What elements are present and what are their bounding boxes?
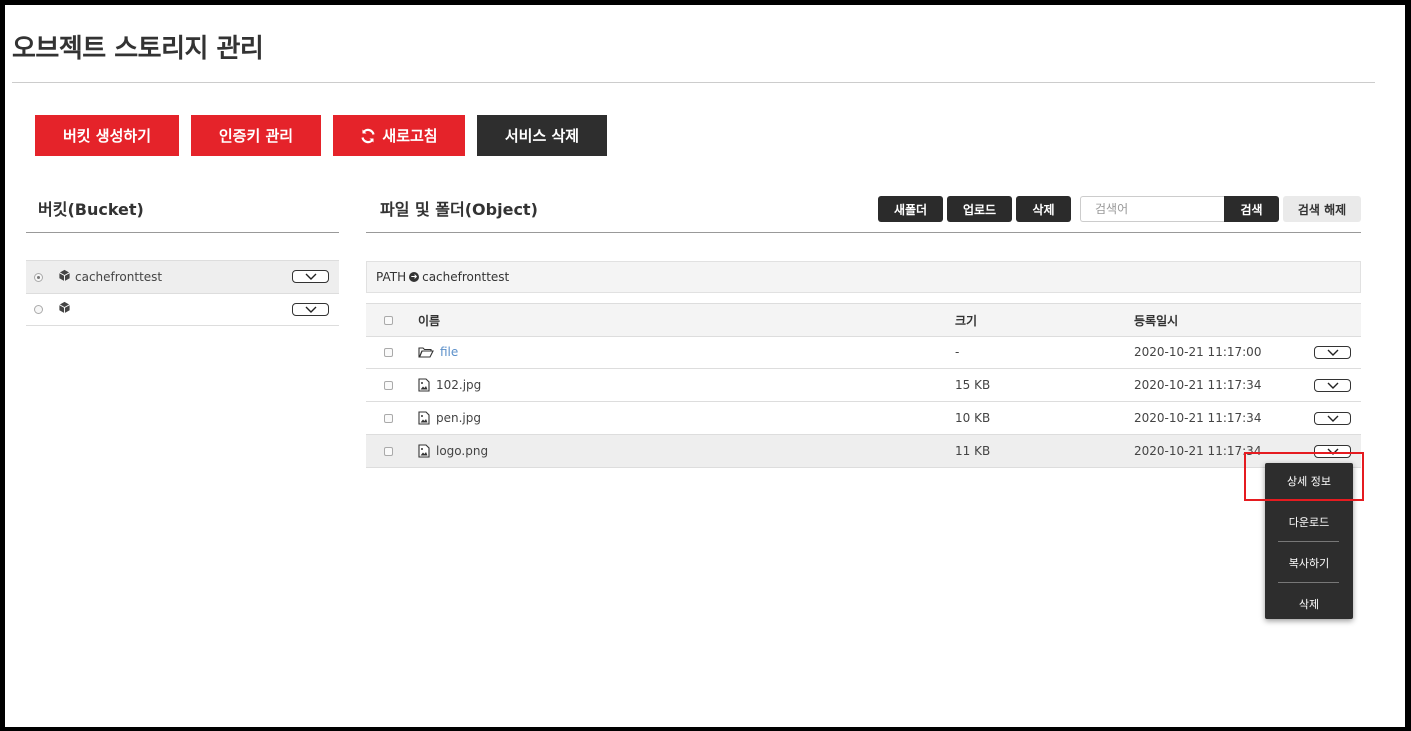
object-date: 2020-10-21 11:17:00 — [1134, 345, 1262, 359]
bucket-options-dropdown[interactable] — [292, 303, 329, 316]
chevron-down-icon — [305, 273, 316, 280]
object-options-dropdown[interactable] — [1314, 346, 1351, 359]
object-name[interactable]: logo.png — [436, 444, 488, 458]
refresh-label: 새로고침 — [382, 127, 438, 145]
column-date[interactable]: 등록일시 — [1134, 304, 1178, 336]
clear-search-button[interactable]: 검색 해제 — [1283, 196, 1361, 222]
path-label: PATH — [376, 270, 407, 284]
refresh-button[interactable]: 새로고침 — [333, 115, 465, 156]
upload-button[interactable]: 업로드 — [947, 196, 1012, 222]
image-file-icon — [418, 378, 430, 392]
refresh-icon — [360, 128, 376, 144]
highlight-box — [1244, 452, 1364, 501]
path-breadcrumb: PATH ➜ cachefronttest — [366, 261, 1361, 293]
delete-service-button[interactable]: 서비스 삭제 — [477, 115, 607, 156]
folder-open-icon — [418, 346, 434, 358]
object-title-divider — [366, 232, 1361, 233]
bucket-radio[interactable] — [34, 304, 43, 314]
table-row[interactable]: 102.jpg 15 KB 2020-10-21 11:17:34 — [366, 369, 1361, 402]
image-file-icon — [418, 444, 430, 458]
object-date: 2020-10-21 11:17:34 — [1134, 378, 1262, 392]
table-row[interactable]: file - 2020-10-21 11:17:00 — [366, 336, 1361, 369]
object-name[interactable]: 102.jpg — [436, 378, 481, 392]
object-section-title: 파일 및 폴더(Object) — [380, 200, 538, 219]
menu-divider — [1278, 541, 1339, 542]
table-row[interactable]: logo.png 11 KB 2020-10-21 11:17:34 — [366, 435, 1361, 468]
column-size[interactable]: 크기 — [955, 304, 977, 336]
cube-icon — [58, 301, 71, 318]
bucket-title-divider — [26, 232, 339, 233]
bucket-name: cachefronttest — [75, 270, 163, 284]
row-checkbox[interactable] — [384, 347, 393, 357]
table-row[interactable]: pen.jpg 10 KB 2020-10-21 11:17:34 — [366, 402, 1361, 435]
menu-divider — [1278, 582, 1339, 583]
chevron-down-icon — [1327, 349, 1338, 356]
delete-button[interactable]: 삭제 — [1016, 196, 1071, 222]
search-input[interactable] — [1080, 196, 1224, 222]
search-button[interactable]: 검색 — [1224, 196, 1279, 222]
chevron-down-icon — [1327, 382, 1338, 389]
page-title: 오브젝트 스토리지 관리 — [12, 34, 264, 64]
key-manage-button[interactable]: 인증키 관리 — [191, 115, 321, 156]
menu-item-copy[interactable]: 복사하기 — [1265, 555, 1353, 571]
chevron-down-icon — [305, 306, 316, 313]
column-name[interactable]: 이름 — [418, 304, 440, 336]
menu-item-download[interactable]: 다운로드 — [1265, 514, 1353, 530]
cube-icon — [58, 269, 71, 286]
object-name[interactable]: pen.jpg — [436, 411, 481, 425]
object-date: 2020-10-21 11:17:34 — [1134, 444, 1262, 458]
row-checkbox[interactable] — [384, 380, 393, 390]
new-folder-button[interactable]: 새폴더 — [878, 196, 943, 222]
menu-item-delete[interactable]: 삭제 — [1265, 596, 1353, 612]
object-options-dropdown[interactable] — [1314, 379, 1351, 392]
bucket-options-dropdown[interactable] — [292, 270, 329, 283]
object-table-header: 이름 크기 등록일시 — [366, 303, 1361, 337]
main-frame: 오브젝트 스토리지 관리 버킷 생성하기 인증키 관리 새로고침 서비스 삭제 … — [5, 5, 1405, 727]
select-all-checkbox[interactable] — [384, 315, 393, 325]
object-size: 15 KB — [955, 378, 991, 392]
path-value[interactable]: cachefronttest — [422, 270, 509, 284]
bucket-radio[interactable] — [34, 272, 43, 282]
row-checkbox[interactable] — [384, 413, 393, 423]
object-size: 10 KB — [955, 411, 991, 425]
create-bucket-button[interactable]: 버킷 생성하기 — [35, 115, 179, 156]
object-size: - — [955, 345, 960, 359]
object-options-dropdown[interactable] — [1314, 412, 1351, 425]
title-divider — [12, 82, 1375, 83]
object-date: 2020-10-21 11:17:34 — [1134, 411, 1262, 425]
bucket-section-title: 버킷(Bucket) — [38, 200, 144, 219]
object-size: 11 KB — [955, 444, 991, 458]
row-checkbox[interactable] — [384, 446, 393, 456]
key-manage-label: 인증키 관리 — [218, 127, 294, 145]
arrow-circle-right-icon: ➜ — [409, 272, 420, 282]
image-file-icon — [418, 411, 430, 425]
chevron-down-icon — [1327, 415, 1338, 422]
object-name[interactable]: file — [440, 345, 458, 359]
